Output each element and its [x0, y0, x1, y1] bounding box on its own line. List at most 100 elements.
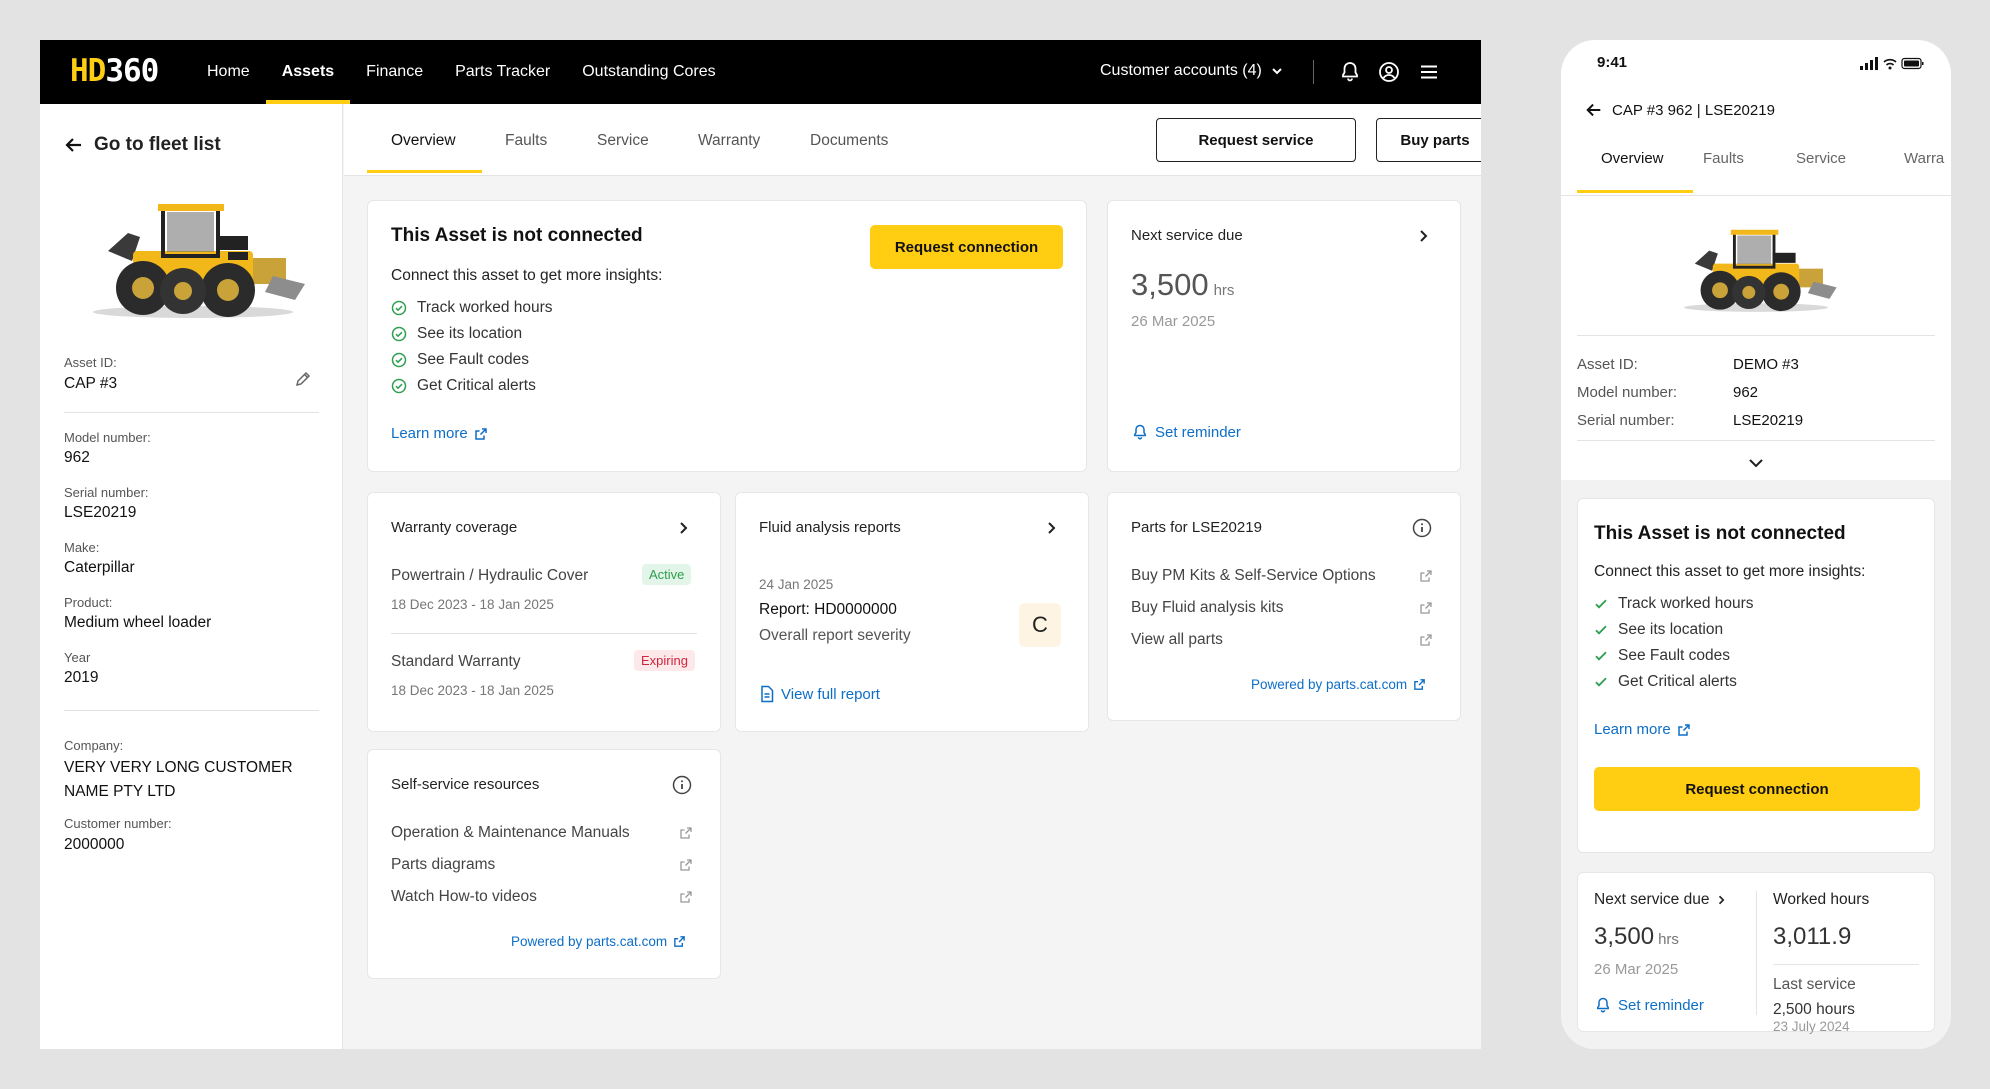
- connection-subtitle: Connect this asset to get more insights:: [391, 267, 663, 284]
- check-item-label: Get Critical alerts: [1618, 673, 1737, 690]
- tab-warranty[interactable]: Warranty: [698, 132, 760, 150]
- tab-overview[interactable]: Overview: [391, 132, 456, 150]
- customer-number-value: 2000000: [64, 836, 125, 853]
- powered-by-label: Powered by parts.cat.com: [1251, 677, 1408, 692]
- check-item-label: See Fault codes: [1618, 647, 1731, 664]
- view-full-report-link[interactable]: View full report: [759, 685, 880, 703]
- report-severity-label: Overall report severity: [759, 627, 911, 644]
- set-reminder-label: Set reminder: [1618, 996, 1704, 1014]
- last-service-value: 2,500 hours: [1773, 1001, 1855, 1018]
- check-item-label: See Fault codes: [417, 351, 530, 368]
- tab-service[interactable]: Service: [597, 132, 649, 150]
- status-badge-expiring: Expiring: [634, 650, 695, 671]
- resource-link-parts-diagrams[interactable]: Parts diagrams: [391, 856, 495, 874]
- bell-icon[interactable]: [1338, 60, 1362, 84]
- chevron-down-icon[interactable]: [1747, 454, 1765, 472]
- check-icon: [1595, 651, 1607, 661]
- external-link-icon[interactable]: [679, 890, 693, 904]
- asset-id-value: CAP #3: [64, 375, 118, 392]
- next-service-card[interactable]: Next service due 3,500 hrs 26 Mar 2025 S…: [1107, 200, 1461, 472]
- set-reminder-link[interactable]: Set reminder: [1131, 423, 1241, 441]
- external-link-icon[interactable]: [1419, 633, 1433, 647]
- mobile-next-service-header[interactable]: Next service due: [1594, 891, 1727, 909]
- warranty-item-name: Powertrain / Hydraulic Cover: [391, 567, 589, 584]
- nav-home[interactable]: Home: [191, 40, 266, 104]
- warranty-card[interactable]: Warranty coverage Powertrain / Hydraulic…: [367, 492, 721, 732]
- customer-accounts-dropdown[interactable]: Customer accounts (4): [1100, 62, 1284, 80]
- chevron-right-icon[interactable]: [1415, 228, 1431, 244]
- resource-link-videos[interactable]: Watch How-to videos: [391, 888, 537, 906]
- next-service-hours: 3,500 hrs: [1131, 267, 1234, 303]
- learn-more-link[interactable]: Learn more: [391, 425, 488, 442]
- fluid-analysis-title: Fluid analysis reports: [759, 519, 901, 536]
- menu-icon[interactable]: [1417, 60, 1441, 84]
- mobile-request-connection-button[interactable]: Request connection: [1594, 767, 1920, 811]
- asset-sidebar: Go to fleet list Asset ID: CAP #3 Model …: [40, 104, 343, 1049]
- mobile-learn-more-link[interactable]: Learn more: [1594, 721, 1691, 738]
- mobile-next-service-label: Next service due: [1594, 891, 1710, 908]
- learn-more-label: Learn more: [1594, 721, 1671, 738]
- resource-link-manuals[interactable]: Operation & Maintenance Manuals: [391, 824, 630, 842]
- mobile-asset-id-value: DEMO #3: [1733, 356, 1799, 373]
- tab-documents[interactable]: Documents: [810, 132, 888, 150]
- check-item: See Fault codes: [1594, 647, 1730, 665]
- hd360-logo[interactable]: HD360: [70, 53, 159, 89]
- chevron-right-icon[interactable]: [675, 520, 691, 536]
- parts-link-pm-kits[interactable]: Buy PM Kits & Self-Service Options: [1131, 567, 1376, 585]
- external-link-icon[interactable]: [679, 858, 693, 872]
- parts-title: Parts for LSE20219: [1131, 519, 1262, 536]
- user-account-icon[interactable]: [1377, 60, 1401, 84]
- buy-parts-button[interactable]: Buy parts: [1376, 118, 1481, 162]
- mobile-tab-overview[interactable]: Overview: [1601, 150, 1664, 167]
- powered-by-link[interactable]: Powered by parts.cat.com: [511, 934, 686, 949]
- mobile-tab-faults[interactable]: Faults: [1703, 150, 1744, 167]
- external-link-icon: [674, 936, 685, 947]
- mobile-header-title: CAP #3 962 | LSE20219: [1612, 101, 1775, 119]
- chevron-right-icon[interactable]: [1043, 520, 1059, 536]
- customer-number-label: Customer number:: [64, 816, 172, 831]
- self-service-card: Self-service resources Operation & Maint…: [367, 749, 721, 979]
- make-label: Make:: [64, 540, 100, 555]
- company-value-line1: VERY VERY LONG CUSTOMER: [64, 759, 293, 776]
- check-item-label: Track worked hours: [417, 299, 553, 316]
- tab-faults[interactable]: Faults: [505, 132, 547, 150]
- parts-link-view-all[interactable]: View all parts: [1131, 631, 1223, 649]
- mobile-tab-service[interactable]: Service: [1796, 150, 1846, 167]
- back-to-fleet-link[interactable]: Go to fleet list: [64, 134, 221, 156]
- request-connection-button[interactable]: Request connection: [870, 225, 1063, 269]
- mobile-serial-label: Serial number:: [1577, 412, 1675, 429]
- info-icon[interactable]: [1412, 518, 1432, 538]
- parts-link-fluid-kits[interactable]: Buy Fluid analysis kits: [1131, 599, 1283, 617]
- divider: [1773, 964, 1919, 965]
- nav-parts-tracker[interactable]: Parts Tracker: [439, 40, 566, 104]
- info-icon[interactable]: [672, 775, 692, 795]
- machine-image: [1684, 229, 1837, 312]
- mobile-set-reminder-link[interactable]: Set reminder: [1594, 996, 1704, 1014]
- last-service-label: Last service: [1773, 976, 1856, 993]
- external-link-icon[interactable]: [1419, 601, 1433, 615]
- external-link-icon: [474, 427, 487, 440]
- divider: [64, 412, 319, 413]
- chevron-right-icon: [1719, 895, 1725, 905]
- powered-by-link[interactable]: Powered by parts.cat.com: [1251, 677, 1426, 692]
- external-link-icon[interactable]: [1419, 569, 1433, 583]
- next-service-title: Next service due: [1131, 227, 1243, 244]
- mobile-back-header[interactable]: CAP #3 962 | LSE20219: [1585, 101, 1775, 119]
- warranty-item-name: Standard Warranty: [391, 653, 521, 670]
- nav-assets[interactable]: Assets: [265, 40, 351, 104]
- external-link-icon[interactable]: [679, 826, 693, 840]
- check-item-label: Get Critical alerts: [417, 377, 536, 394]
- mobile-tab-warranty[interactable]: Warra: [1904, 150, 1944, 167]
- nav-finance[interactable]: Finance: [350, 40, 439, 104]
- check-circle-icon: [391, 326, 407, 342]
- divider: [64, 710, 319, 711]
- nav-outstanding-cores[interactable]: Outstanding Cores: [566, 40, 731, 104]
- fluid-analysis-card[interactable]: Fluid analysis reports 24 Jan 2025 Repor…: [735, 492, 1089, 732]
- next-service-unit: hrs: [1213, 282, 1235, 299]
- edit-pencil-icon[interactable]: [293, 369, 313, 389]
- mobile-connection-card: This Asset is not connected Connect this…: [1577, 498, 1935, 853]
- check-item: See Fault codes: [391, 351, 529, 369]
- request-service-button[interactable]: Request service: [1156, 118, 1356, 162]
- view-full-report-label: View full report: [781, 685, 880, 703]
- warranty-item-dates: 18 Dec 2023 - 18 Jan 2025: [391, 683, 554, 698]
